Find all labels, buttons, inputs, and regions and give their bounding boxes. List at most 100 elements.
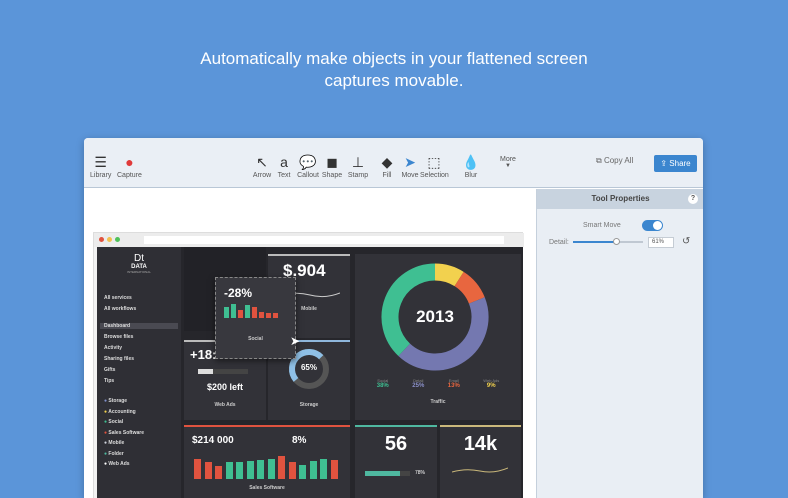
captured-screenshot[interactable]: Dt DATA INTERNATIONAL All services All wo… (93, 232, 524, 498)
detail-label: Detail: (549, 239, 569, 246)
service-label: Storage (108, 398, 128, 404)
blur-icon: 💧 (462, 154, 480, 170)
more-label: More (500, 156, 516, 163)
service-item[interactable]: ● Storage (104, 398, 127, 404)
slider-fill (573, 241, 616, 243)
service-label: Social (108, 419, 124, 425)
share-button[interactable]: ⇪ Share (654, 155, 697, 172)
app-window: ☰ Library ● Capture ↖ Arrow a Text 💬 Callout ◼ Sh… (84, 138, 703, 498)
close-dot (99, 237, 104, 242)
tool-shape[interactable]: ◼ Shape (318, 152, 346, 179)
tool-stamp[interactable]: ⊥ Stamp (344, 152, 372, 179)
nav-item[interactable]: Gifts (104, 367, 115, 373)
nav-item[interactable]: All services (104, 295, 132, 301)
nav-item[interactable]: Activity (104, 345, 122, 351)
social-card-selected[interactable]: -28% Social ➤ (215, 277, 300, 359)
legend-item: Web Ads 9% (483, 378, 499, 389)
service-label: Mobile (108, 440, 125, 446)
record-icon: ● (125, 154, 134, 170)
copy-all-button[interactable]: ⧉ Copy All (596, 156, 633, 166)
nav-item[interactable]: Sharing files (104, 356, 134, 362)
tool-properties-panel: Tool Properties? Smart Move Detail: 61% … (536, 189, 703, 498)
legend-value: 9% (486, 383, 496, 389)
bar (266, 313, 271, 318)
slider-knob[interactable] (612, 238, 620, 245)
sales-label: Sales Software (249, 485, 285, 491)
service-item[interactable]: ● Mobile (104, 440, 124, 446)
bar (259, 311, 264, 318)
more-button[interactable]: More ▼ (500, 156, 516, 169)
service-label: Folder (108, 450, 124, 457)
chevron-down-icon: ▼ (505, 163, 511, 169)
library-button[interactable]: ☰ Library (90, 152, 111, 179)
service-item[interactable]: ● Social (104, 419, 123, 425)
social-bars (224, 302, 284, 318)
logo-mark: Dt (134, 253, 144, 264)
library-label: Library (90, 172, 112, 179)
minimize-dot (107, 237, 112, 242)
capture-label: Capture (117, 172, 142, 179)
nav-item[interactable]: Tips (104, 378, 114, 384)
storage-label: Storage (299, 402, 319, 408)
nav-item[interactable]: All workflows (104, 306, 136, 312)
bar (246, 461, 254, 479)
service-label: Sales Software (108, 429, 144, 436)
traffic-label: Traffic (430, 399, 446, 405)
donut-slice (454, 271, 485, 304)
smart-move-toggle[interactable] (642, 220, 663, 231)
folder-card: 56 78% (355, 425, 437, 498)
service-item[interactable]: ● Folder (104, 451, 124, 457)
social-value: -28% (224, 286, 253, 300)
tool-label: Shape (321, 172, 343, 179)
tool-blur[interactable]: 💧 Blur (457, 152, 485, 179)
panel-title: Tool Properties (591, 194, 650, 203)
capture-button[interactable]: ● Capture (117, 152, 142, 179)
bar (278, 456, 285, 479)
browser-chrome (94, 233, 524, 247)
social-label: Social (248, 336, 263, 342)
service-item[interactable]: ● Sales Software (104, 430, 144, 436)
nav-item[interactable]: Dashboard (100, 323, 178, 329)
selection-icon: ⬚ (427, 154, 441, 170)
tool-selection[interactable]: ⬚ Selection (420, 152, 449, 179)
panel-header: Tool Properties? (537, 189, 703, 209)
legend-item: Email 13% (448, 378, 460, 389)
bar (194, 458, 201, 479)
share-label: Share (669, 159, 691, 168)
web-ads-progress (198, 369, 248, 374)
traffic-card: 2013 Social 38% Detail 25% Email 13% Web Ads 9%… (355, 254, 521, 420)
maximize-dot (115, 237, 120, 242)
tool-label: Text (277, 172, 291, 179)
headline: Automatically make objects in your flatt… (0, 48, 788, 92)
bar (320, 458, 327, 479)
service-label: Accounting (108, 408, 136, 415)
tool-label: Selection (420, 172, 449, 179)
bar (330, 459, 338, 479)
detail-slider[interactable] (573, 238, 643, 245)
bar (231, 304, 236, 318)
accounting-card: 14k (440, 425, 521, 498)
bar (236, 462, 243, 479)
service-item[interactable]: ● Accounting (104, 409, 136, 415)
bar (273, 313, 278, 318)
web-ads-left: $200 left (206, 382, 244, 392)
web-ads-value: +18: (190, 347, 217, 362)
nav-item[interactable]: Browse files (104, 334, 133, 340)
logo: Dt DATA INTERNATIONAL (97, 253, 181, 274)
legend-item: Detail 25% (412, 378, 424, 389)
storage-value: 65% (300, 363, 317, 372)
folder-pct: 78% (415, 470, 426, 476)
service-item[interactable]: ● Web Ads (104, 461, 130, 467)
bar (309, 461, 317, 479)
bar (252, 306, 257, 318)
help-icon[interactable]: ? (688, 194, 698, 204)
sales-bars (194, 455, 340, 479)
reset-icon[interactable]: ↺ (682, 236, 690, 247)
copy-all-label: Copy All (603, 156, 634, 165)
share-icon: ⇪ (660, 159, 670, 168)
toolbar: ☰ Library ● Capture ↖ Arrow a Text 💬 Callout ◼ Sh… (84, 138, 703, 188)
sales-card: $214 000 8% Sales Software (184, 425, 350, 498)
donut-slice (434, 263, 464, 287)
bar (245, 305, 250, 318)
detail-value-input[interactable]: 61% (648, 237, 674, 248)
